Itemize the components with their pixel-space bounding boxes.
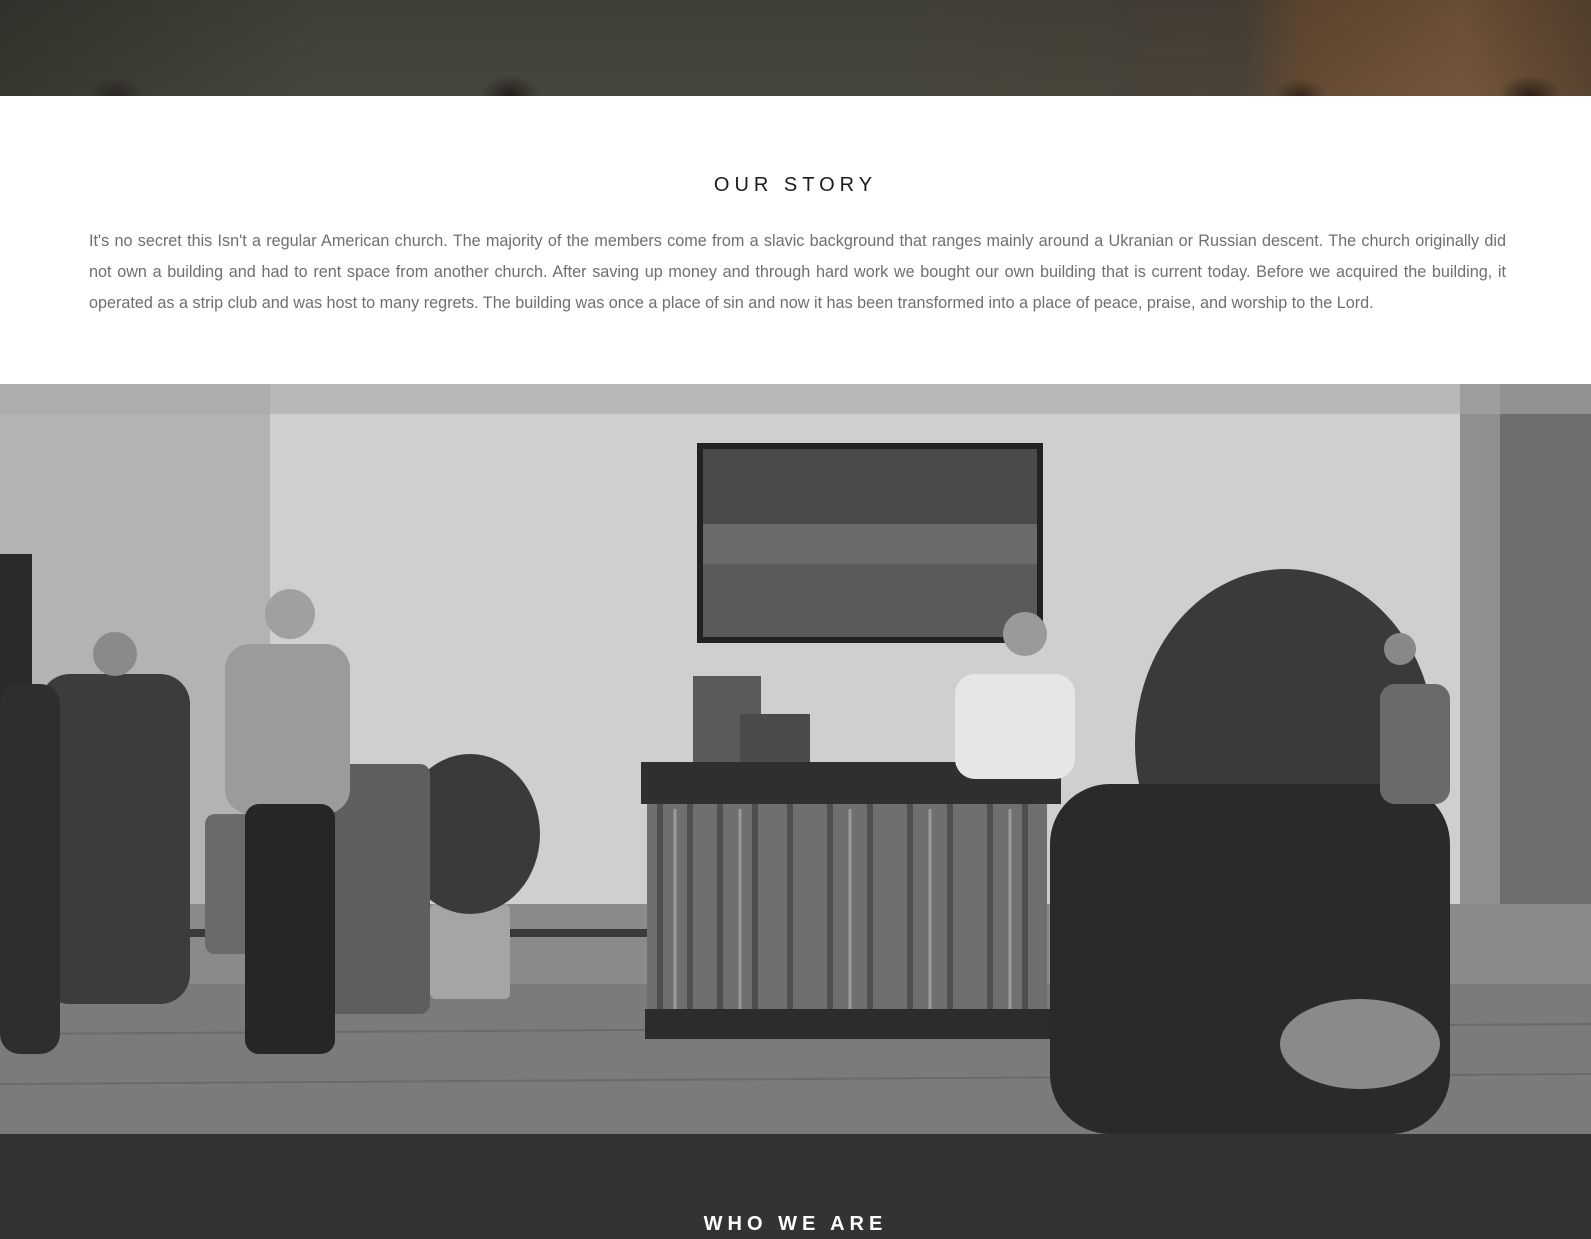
our-story-paragraph: It's no secret this Isn't a regular Amer…	[89, 232, 1506, 312]
our-story-section: OUR STORY It's no secret this Isn't a re…	[0, 96, 1591, 384]
who-we-are-heading: WHO WE ARE	[703, 1213, 888, 1235]
our-story-heading: OUR STORY	[713, 174, 878, 196]
church-lobby-photo	[0, 384, 1591, 1134]
hero-image-strip	[0, 0, 1591, 96]
who-we-are-section: WHO WE ARE	[0, 1134, 1591, 1239]
